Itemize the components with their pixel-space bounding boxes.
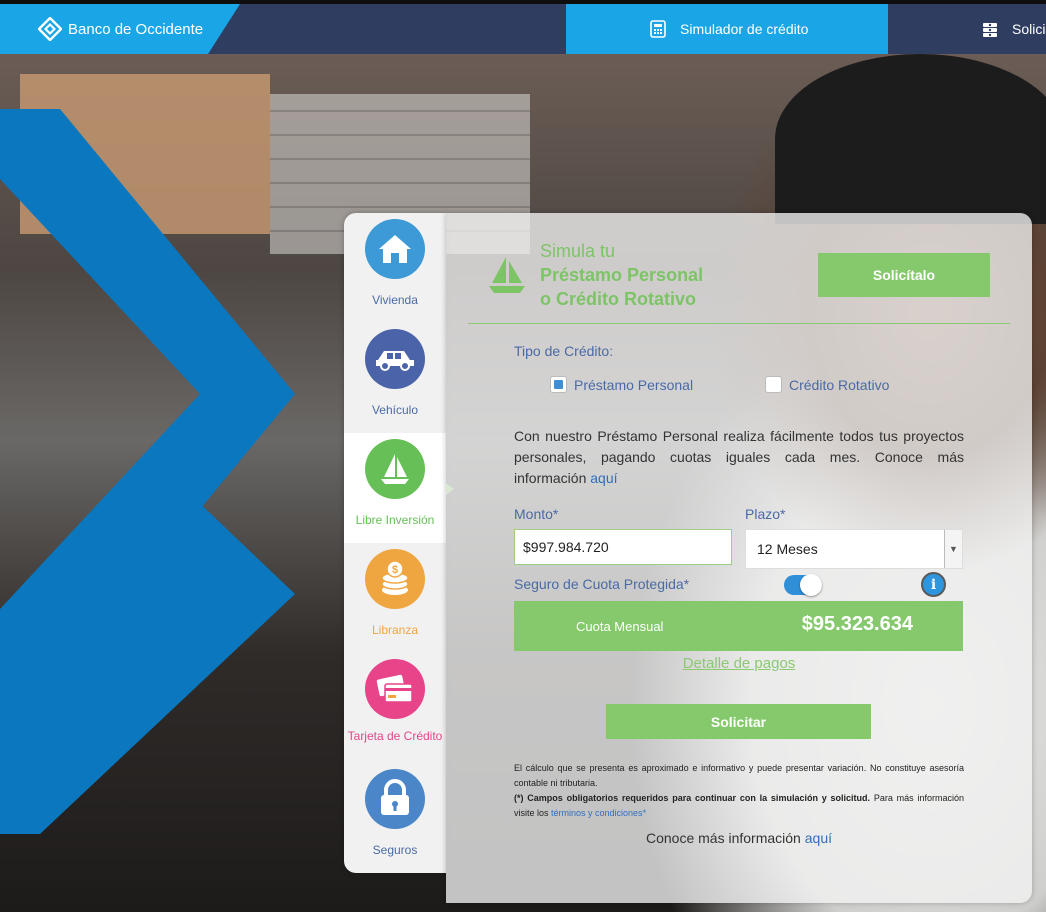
cuota-label: Cuota Mensual <box>576 619 664 634</box>
option-label: Préstamo Personal <box>574 376 694 393</box>
plazo-select[interactable]: 12 Meses ▼ <box>745 529 963 569</box>
product-description: Con nuestro Préstamo Personal realiza fá… <box>514 426 964 489</box>
tab-simulador-credito[interactable]: Simulador de crédito <box>566 4 888 54</box>
terminos-link[interactable]: términos y condiciones <box>551 808 643 818</box>
option-credito-rotativo[interactable]: Crédito Rotativo <box>765 376 889 393</box>
description-text: Con nuestro Préstamo Personal realiza fá… <box>514 428 964 486</box>
chevron-down-icon[interactable]: ▼ <box>944 530 962 568</box>
monto-input[interactable]: $997.984.720 <box>514 529 732 565</box>
description-more-link[interactable]: aquí <box>590 470 617 486</box>
padlock-icon <box>365 769 425 829</box>
title-line-2: Préstamo Personal <box>540 265 704 285</box>
house-icon <box>365 219 425 279</box>
top-header: Banco de Occidente Simulador de crédito … <box>0 0 1046 54</box>
monto-label: Monto* <box>514 506 559 522</box>
sidebar-item-label: Libre Inversión <box>355 513 435 527</box>
solicitalo-button[interactable]: Solicítalo <box>818 253 990 297</box>
cuota-mensual-bar: Cuota Mensual $95.323.634 <box>514 601 963 651</box>
info-icon[interactable]: i <box>921 572 946 597</box>
tab-solicitud[interactable]: Solici <box>982 4 1045 54</box>
sidebar-item-vehiculo[interactable]: Vehículo <box>344 329 446 433</box>
sidebar-item-label: Vivienda <box>372 293 418 307</box>
terminos-asterisk: * <box>642 808 647 818</box>
plazo-selected-value: 12 Meses <box>757 541 818 557</box>
credit-simulator-panel: Simula tu Préstamo Personal o Crédito Ro… <box>446 213 1032 903</box>
seguro-cuota-label: Seguro de Cuota Protegida* <box>514 576 690 592</box>
brand-logo[interactable]: Banco de Occidente <box>0 4 240 54</box>
sidebar-item-label: Libranza <box>371 623 419 637</box>
cuota-value: $95.323.634 <box>801 613 913 635</box>
sidebar-item-libre-inversion[interactable]: Libre Inversión <box>344 433 454 543</box>
sidebar-item-label: Seguros <box>372 843 418 857</box>
toggle-knob <box>800 574 822 596</box>
tab-label: Solici <box>1012 21 1046 37</box>
sidebar-item-label: Vehículo <box>371 403 419 417</box>
sidebar-item-tarjeta-credito[interactable]: Tarjeta de Crédito <box>344 659 446 763</box>
svg-text:$: $ <box>392 564 398 576</box>
option-label: Crédito Rotativo <box>789 376 890 393</box>
coins-icon: $ <box>365 549 425 609</box>
title-line-3: o Crédito Rotativo <box>540 289 696 309</box>
checkbox-prestamo-personal[interactable] <box>550 376 567 393</box>
credit-card-icon <box>365 659 425 719</box>
sidebar-item-label: Tarjeta de Crédito <box>347 729 443 743</box>
sidebar-item-vivienda[interactable]: Vivienda <box>344 219 446 323</box>
cash-stack-icon <box>983 23 997 37</box>
credit-type-label: Tipo de Crédito: <box>514 343 614 359</box>
sidebar-item-libranza[interactable]: $ Libranza <box>344 549 446 653</box>
seguro-toggle[interactable] <box>784 574 822 596</box>
product-sidebar: Vivienda Vehículo Libre Inversión $ Libr… <box>344 213 454 873</box>
conoce-mas: Conoce más información aquí <box>446 830 1032 846</box>
brand-chevron-graphic <box>0 109 295 834</box>
sailboat-icon <box>365 439 425 499</box>
car-icon <box>365 329 425 389</box>
legal-required-note: (*) Campos obligatorios requeridos para … <box>514 793 871 803</box>
conoce-text: Conoce más información <box>646 830 805 846</box>
header-divider <box>468 323 1010 324</box>
sailboat-icon <box>489 257 525 293</box>
bank-logo-icon <box>38 17 62 41</box>
legal-disclaimer: El cálculo que se presenta es aproximado… <box>514 761 964 821</box>
solicitar-button[interactable]: Solicitar <box>606 704 871 739</box>
detalle-pagos-link[interactable]: Detalle de pagos <box>446 655 1032 672</box>
plazo-label: Plazo* <box>745 506 786 522</box>
calculator-icon <box>650 20 666 38</box>
logo-text: Banco de Occidente <box>68 20 204 38</box>
conoce-link[interactable]: aquí <box>805 830 832 846</box>
tab-label: Simulador de crédito <box>680 21 809 37</box>
checkbox-credito-rotativo[interactable] <box>765 376 782 393</box>
legal-text: El cálculo que se presenta es aproximado… <box>514 763 964 788</box>
option-prestamo-personal[interactable]: Préstamo Personal <box>550 376 693 393</box>
sidebar-item-seguros[interactable]: Seguros <box>344 769 446 873</box>
title-line-1: Simula tu <box>540 241 616 261</box>
